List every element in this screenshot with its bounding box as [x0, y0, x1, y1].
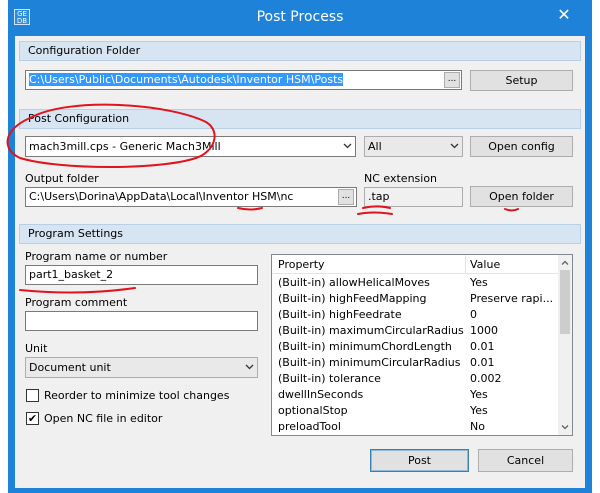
reorder-checkbox[interactable] [26, 389, 39, 402]
open-config-button[interactable]: Open config [470, 136, 573, 157]
property-name: (Built-in) highFeedMapping [278, 292, 427, 305]
section-header-program-settings: Program Settings [19, 224, 581, 244]
property-name: dwellInSeconds [278, 388, 364, 401]
property-name: optionalStop [278, 404, 348, 417]
open-nc-label: Open NC file in editor [44, 412, 163, 425]
program-name-value: part1_basket_2 [29, 268, 114, 281]
property-value[interactable]: 0 [470, 308, 558, 321]
property-row[interactable]: (Built-in) highFeedMapping Preserve rapi.… [272, 291, 559, 307]
program-comment-label: Program comment [25, 296, 128, 309]
property-value[interactable]: Preserve rapi... [470, 292, 558, 305]
open-nc-checkbox[interactable]: ✔ [26, 412, 39, 425]
output-folder-field[interactable]: C:\Users\Dorina\AppData\Local\Inventor H… [25, 187, 357, 207]
property-row[interactable]: optionalStop Yes [272, 403, 559, 419]
nc-extension-field[interactable]: .tap [364, 187, 463, 207]
unit-value: Document unit [29, 361, 111, 374]
close-icon[interactable]: ✕ [550, 4, 578, 26]
output-folder-browse-button[interactable]: ... [338, 189, 354, 205]
property-row[interactable]: (Built-in) tolerance 0.002 [272, 371, 559, 387]
section-header-configuration-folder: Configuration Folder [19, 41, 581, 61]
post-filter-select[interactable]: All [364, 136, 463, 157]
program-name-input[interactable]: part1_basket_2 [25, 265, 258, 285]
nc-extension-value: .tap [368, 190, 390, 203]
property-row[interactable]: preloadTool No [272, 419, 559, 435]
property-value[interactable]: Yes [470, 276, 558, 289]
property-value[interactable]: 1000 [470, 324, 558, 337]
section-header-post-configuration: Post Configuration [19, 109, 581, 129]
property-row[interactable]: (Built-in) minimumChordLength 0.01 [272, 339, 559, 355]
property-name: (Built-in) tolerance [278, 372, 381, 385]
setup-button[interactable]: Setup [470, 70, 573, 91]
reorder-label: Reorder to minimize tool changes [44, 389, 230, 402]
window-title: Post Process [256, 9, 344, 25]
property-row[interactable]: (Built-in) highFeedrate 0 [272, 307, 559, 323]
property-name: (Built-in) allowHelicalMoves [278, 276, 430, 289]
property-value[interactable]: 0.01 [470, 340, 558, 353]
program-comment-input[interactable] [25, 311, 258, 331]
property-value[interactable]: 0.01 [470, 356, 558, 369]
cancel-button[interactable]: Cancel [478, 449, 573, 472]
column-header-property[interactable]: Property [278, 258, 325, 271]
chevron-down-icon [450, 143, 459, 149]
dialog-body: Configuration Folder C:\Users\Public\Doc… [15, 36, 585, 488]
configuration-folder-browse-button[interactable]: ... [444, 72, 460, 88]
property-value[interactable]: No [470, 420, 558, 433]
post-configuration-value: mach3mill.cps - Generic Mach3Mill [29, 140, 221, 153]
chevron-down-icon [245, 364, 254, 370]
property-grid[interactable]: Property Value (Built-in) allowHelicalMo… [271, 254, 573, 436]
property-row[interactable]: (Built-in) allowHelicalMoves Yes [272, 275, 559, 291]
property-value[interactable]: Yes [470, 388, 558, 401]
property-row[interactable]: dwellInSeconds Yes [272, 387, 559, 403]
chevron-down-icon [343, 143, 352, 149]
checkmark-icon: ✔ [27, 412, 38, 425]
unit-label: Unit [25, 342, 48, 355]
configuration-folder-path: C:\Users\Public\Documents\Autodesk\Inven… [29, 73, 344, 86]
property-name: (Built-in) maximumCircularRadius [278, 324, 464, 337]
scroll-down-icon[interactable] [560, 422, 570, 432]
scroll-thumb[interactable] [560, 270, 570, 334]
post-configuration-select[interactable]: mach3mill.cps - Generic Mach3Mill [25, 136, 356, 157]
post-filter-value: All [368, 140, 382, 153]
property-grid-scrollbar[interactable] [558, 255, 572, 435]
column-header-value[interactable]: Value [470, 258, 500, 271]
property-row[interactable]: (Built-in) minimumCircularRadius 0.01 [272, 355, 559, 371]
property-name: (Built-in) minimumChordLength [278, 340, 452, 353]
property-value[interactable]: Yes [470, 404, 558, 417]
property-value[interactable]: 0.002 [470, 372, 558, 385]
open-folder-button[interactable]: Open folder [470, 186, 573, 207]
title-bar[interactable]: GE DB Post Process ✕ [8, 0, 592, 36]
post-button[interactable]: Post [370, 449, 469, 472]
property-name: (Built-in) minimumCircularRadius [278, 356, 461, 369]
property-row[interactable]: (Built-in) maximumCircularRadius 1000 [272, 323, 559, 339]
property-grid-header: Property Value [272, 255, 559, 274]
property-name: (Built-in) highFeedrate [278, 308, 402, 321]
background-strip [0, 0, 8, 493]
program-name-label: Program name or number [25, 250, 168, 263]
scroll-up-icon[interactable] [560, 258, 570, 268]
nc-extension-label: NC extension [364, 172, 438, 185]
unit-select[interactable]: Document unit [25, 357, 258, 378]
column-divider[interactable] [465, 255, 466, 274]
output-folder-label: Output folder [25, 172, 99, 185]
property-name: preloadTool [278, 420, 341, 433]
configuration-folder-field[interactable]: C:\Users\Public\Documents\Autodesk\Inven… [25, 70, 462, 90]
post-process-window: GE DB Post Process ✕ Configuration Folde… [8, 0, 592, 493]
output-folder-path: C:\Users\Dorina\AppData\Local\Inventor H… [29, 190, 294, 203]
